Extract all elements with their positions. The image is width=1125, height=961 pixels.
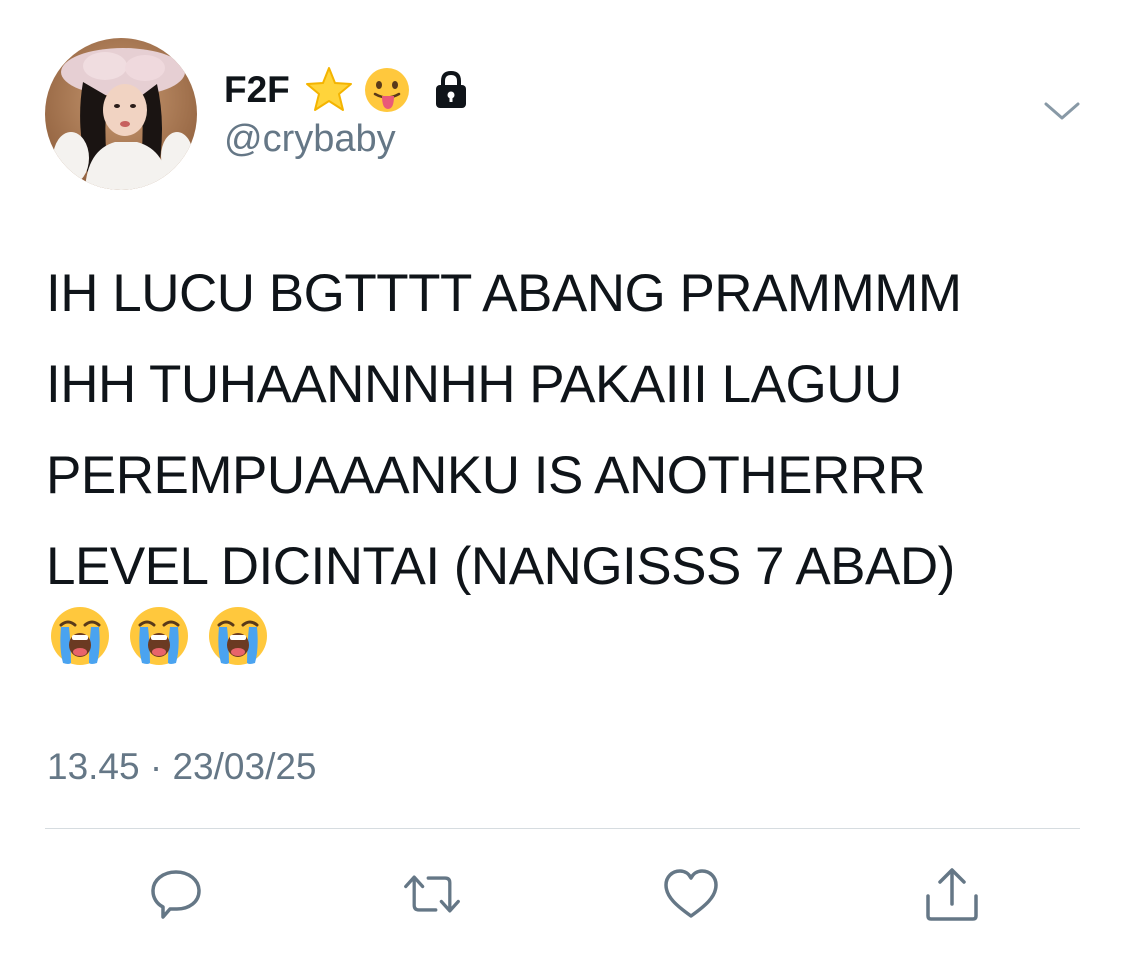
like-button[interactable] bbox=[661, 864, 721, 924]
avatar[interactable] bbox=[45, 38, 197, 190]
share-button[interactable] bbox=[922, 864, 982, 924]
tweet-time: 13.45 bbox=[47, 746, 140, 787]
reply-icon bbox=[151, 870, 201, 919]
avatar-photo bbox=[45, 38, 197, 190]
timestamp-separator: · bbox=[149, 746, 163, 787]
lock-icon bbox=[432, 70, 470, 110]
divider bbox=[45, 828, 1080, 829]
tweet-text-line: IH LUCU BGTTTT ABANG PRAMMMM bbox=[46, 264, 962, 323]
tweet-text-line: PEREMPUAAANKU IS ANOTHERRR bbox=[46, 446, 926, 505]
retweet-button[interactable] bbox=[402, 864, 462, 924]
loudly-crying-face-icon bbox=[49, 605, 111, 667]
chevron-down-icon[interactable] bbox=[1040, 96, 1084, 126]
author-name-row: F2F bbox=[224, 64, 470, 116]
tweet-emoji-row bbox=[49, 605, 269, 667]
retweet-icon bbox=[404, 875, 460, 913]
tweet-text: IH LUCU BGTTTT ABANG PRAMMMM IHH TUHAANN… bbox=[46, 248, 1106, 612]
loudly-crying-face-icon bbox=[128, 605, 190, 667]
star-emoji-icon bbox=[304, 65, 354, 115]
tongue-out-emoji-icon bbox=[362, 65, 412, 115]
share-icon bbox=[926, 868, 978, 921]
reply-button[interactable] bbox=[146, 864, 206, 924]
tweet-timestamp[interactable]: 13.45 · 23/03/25 bbox=[47, 746, 317, 788]
tweet-action-bar bbox=[0, 864, 1125, 924]
user-handle[interactable]: @crybaby bbox=[224, 118, 396, 161]
tweet-text-line: LEVEL DICINTAI (NANGISSS 7 ABAD) bbox=[46, 537, 955, 596]
tweet-date: 23/03/25 bbox=[172, 746, 317, 787]
heart-icon bbox=[664, 869, 718, 918]
loudly-crying-face-icon bbox=[207, 605, 269, 667]
display-name[interactable]: F2F bbox=[224, 69, 290, 111]
tweet-text-line: IHH TUHAANNNHH PAKAIII LAGUU bbox=[46, 355, 902, 414]
